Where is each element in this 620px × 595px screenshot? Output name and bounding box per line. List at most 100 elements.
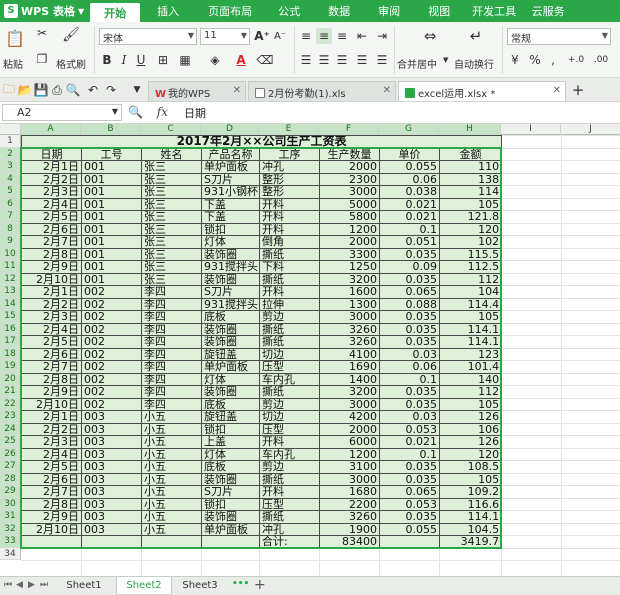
- grow-font-button[interactable]: A⁺: [254, 28, 270, 44]
- table-cell[interactable]: 单炉面板: [201, 160, 260, 174]
- table-cell[interactable]: 001: [81, 185, 142, 199]
- column-title[interactable]: 产品名称: [201, 147, 260, 161]
- sheet-tab[interactable]: Sheet1: [56, 577, 112, 595]
- table-cell[interactable]: 003: [81, 447, 142, 461]
- table-cell[interactable]: 开料: [259, 222, 320, 236]
- table-cell[interactable]: 0.035: [379, 510, 440, 524]
- table-cell[interactable]: 110: [438, 160, 503, 174]
- table-cell[interactable]: 123: [438, 347, 503, 361]
- row-header[interactable]: 32: [0, 522, 21, 535]
- table-cell[interactable]: 4100: [319, 347, 380, 361]
- table-cell[interactable]: 105: [438, 197, 503, 211]
- row-header[interactable]: 14: [0, 297, 21, 310]
- table-cell[interactable]: 0.021: [379, 197, 440, 211]
- table-cell[interactable]: 剪边: [259, 460, 320, 474]
- table-cell[interactable]: 2月4日: [21, 447, 82, 461]
- table-cell[interactable]: 锁扣: [201, 422, 260, 436]
- last-sheet-icon[interactable]: ⏭: [40, 580, 48, 590]
- table-cell[interactable]: 小五: [141, 510, 202, 524]
- align-center-icon[interactable]: ☰: [316, 52, 332, 68]
- border-icon[interactable]: ⊞: [154, 52, 172, 68]
- table-cell[interactable]: 003: [81, 460, 142, 474]
- table-cell[interactable]: 张三: [141, 235, 202, 249]
- table-cell[interactable]: 张三: [141, 260, 202, 274]
- table-cell[interactable]: 张三: [141, 247, 202, 261]
- sheet-tab[interactable]: Sheet2: [116, 577, 172, 595]
- row-header[interactable]: 11: [0, 260, 21, 273]
- row-header[interactable]: 16: [0, 322, 21, 335]
- column-title[interactable]: 金额: [438, 147, 503, 161]
- new-tab-button[interactable]: +: [570, 81, 586, 99]
- table-cell[interactable]: 李四: [141, 372, 202, 386]
- menu-tab[interactable]: 开始: [90, 3, 141, 22]
- table-cell[interactable]: 2月6日: [21, 222, 82, 236]
- table-cell[interactable]: 2月6日: [21, 472, 82, 486]
- column-header[interactable]: I: [501, 124, 561, 135]
- prev-sheet-icon[interactable]: ◀: [16, 580, 23, 590]
- table-cell[interactable]: 104.5: [438, 522, 503, 536]
- name-box[interactable]: A2 ▼: [2, 104, 122, 121]
- cut-icon[interactable]: ✂: [34, 26, 50, 40]
- column-title[interactable]: 日期: [21, 147, 82, 161]
- merge-center-button[interactable]: 合并居中: [397, 56, 437, 71]
- table-cell[interactable]: 0.06: [379, 360, 440, 374]
- total-cell[interactable]: [141, 535, 202, 549]
- table-cell[interactable]: 撕纸: [259, 335, 320, 349]
- table-cell[interactable]: 931搅拌头: [201, 260, 260, 274]
- row-header[interactable]: 34: [0, 547, 21, 560]
- font-color-icon[interactable]: A: [232, 52, 250, 68]
- table-cell[interactable]: 2月9日: [21, 260, 82, 274]
- app-menu-button[interactable]: S WPS 表格 ▼: [0, 0, 90, 22]
- table-cell[interactable]: 整形: [259, 172, 320, 186]
- table-cell[interactable]: 104: [438, 285, 503, 299]
- align-top-icon[interactable]: ≡: [298, 28, 314, 44]
- open-icon[interactable]: 📂: [18, 83, 33, 97]
- table-cell[interactable]: 002: [81, 397, 142, 411]
- redo-icon[interactable]: ↷: [104, 83, 118, 97]
- table-cell[interactable]: 撕纸: [259, 247, 320, 261]
- total-cell[interactable]: [81, 535, 142, 549]
- add-sheet-button[interactable]: +: [254, 577, 266, 593]
- table-cell[interactable]: 106: [438, 422, 503, 436]
- row-header[interactable]: 22: [0, 397, 21, 410]
- close-icon[interactable]: ✕: [233, 85, 241, 96]
- column-header[interactable]: D: [201, 124, 259, 135]
- font-size-select[interactable]: 11 ▼: [200, 28, 250, 45]
- table-cell[interactable]: 李四: [141, 297, 202, 311]
- table-cell[interactable]: 116.6: [438, 497, 503, 511]
- table-cell[interactable]: 0.09: [379, 260, 440, 274]
- table-cell[interactable]: 2月5日: [21, 460, 82, 474]
- table-cell[interactable]: 138: [438, 172, 503, 186]
- row-header[interactable]: 2: [0, 147, 21, 160]
- table-cell[interactable]: 旋钮盖: [201, 410, 260, 424]
- table-cell[interactable]: 1200: [319, 447, 380, 461]
- table-cell[interactable]: 张三: [141, 210, 202, 224]
- align-right-icon[interactable]: ☰: [334, 52, 350, 68]
- column-title[interactable]: 单价: [379, 147, 440, 161]
- select-all-corner[interactable]: [0, 124, 21, 135]
- row-header[interactable]: 31: [0, 510, 21, 523]
- indent-increase-icon[interactable]: ⇥: [374, 28, 390, 44]
- table-cell[interactable]: 003: [81, 485, 142, 499]
- table-cell[interactable]: 0.038: [379, 185, 440, 199]
- column-header[interactable]: B: [81, 124, 141, 135]
- table-cell[interactable]: 001: [81, 210, 142, 224]
- bold-button[interactable]: B: [100, 52, 114, 68]
- table-cell[interactable]: 114.1: [438, 335, 503, 349]
- table-cell[interactable]: 张三: [141, 172, 202, 186]
- table-cell[interactable]: 李四: [141, 335, 202, 349]
- table-cell[interactable]: 李四: [141, 347, 202, 361]
- table-cell[interactable]: S刀片: [201, 172, 260, 186]
- table-cell[interactable]: 2月10日: [21, 397, 82, 411]
- table-cell[interactable]: 0.035: [379, 335, 440, 349]
- table-cell[interactable]: 0.053: [379, 497, 440, 511]
- table-cell[interactable]: 撕纸: [259, 385, 320, 399]
- table-cell[interactable]: 撕纸: [259, 510, 320, 524]
- table-cell[interactable]: 0.035: [379, 310, 440, 324]
- format-painter-button[interactable]: 格式刷: [56, 56, 86, 71]
- table-cell[interactable]: 车内孔: [259, 372, 320, 386]
- table-cell[interactable]: 李四: [141, 385, 202, 399]
- column-header[interactable]: E: [259, 124, 319, 135]
- table-cell[interactable]: 0.065: [379, 485, 440, 499]
- indent-decrease-icon[interactable]: ⇤: [354, 28, 370, 44]
